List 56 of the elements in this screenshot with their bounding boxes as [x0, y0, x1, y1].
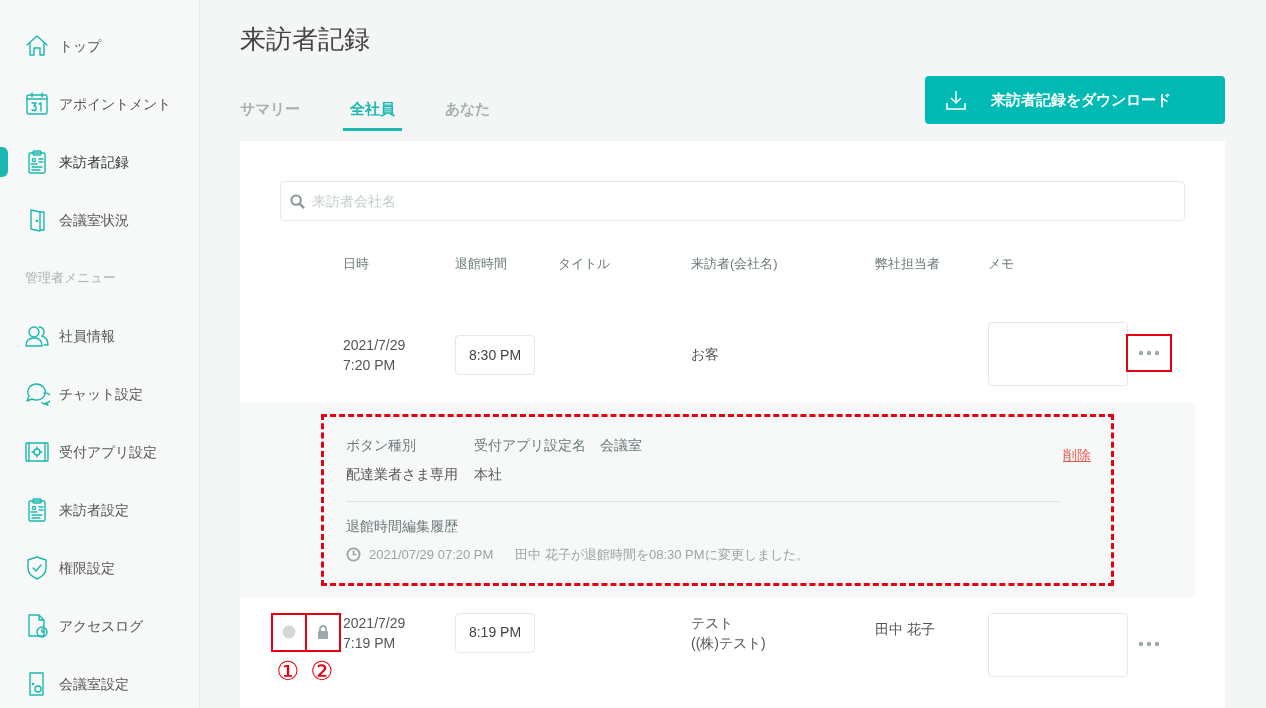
clock-icon [346, 547, 361, 563]
detail-label: 会議室 [600, 436, 642, 455]
detail-label: ボタン種別 [346, 436, 417, 455]
more-icon[interactable] [1138, 640, 1160, 647]
page-title: 来訪者記録 [240, 23, 371, 56]
download-icon [945, 89, 967, 111]
detail-label: 受付アプリ設定名 [474, 436, 586, 455]
sidebar-item[interactable]: 会議室設定 [24, 671, 129, 697]
detail-value: 配達業者さま専用 [346, 465, 459, 484]
people-icon [24, 323, 50, 349]
detail-value: 本社 [474, 465, 502, 484]
delete-link[interactable]: 削除 [1063, 445, 1091, 485]
history-text: 田中 花子が退館時間を08:30 PMに変更しました。 [515, 546, 809, 564]
visitor-text: テスト [691, 613, 734, 633]
section-label: 管理者メニュー [25, 269, 116, 288]
sidebar-item[interactable]: 権限設定 [24, 555, 115, 581]
sidebar-item[interactable]: トップ [24, 33, 101, 59]
search-icon [290, 194, 305, 209]
column-header: メモ [988, 255, 1014, 273]
calendar-icon [24, 91, 50, 117]
visitor-text: ((株)テスト) [691, 633, 767, 653]
sidebar-item[interactable]: チャット設定 [24, 381, 143, 407]
exit-time-field[interactable]: 8:19 PM [455, 612, 535, 653]
time-text: 7:20 PM [343, 356, 397, 375]
chat-bubbles-icon [24, 381, 50, 407]
column-header: 日時 [343, 255, 370, 273]
memo-field[interactable] [988, 612, 1128, 677]
shield-check-icon [24, 555, 50, 581]
sidebar-item[interactable]: 来訪者記録 [24, 149, 129, 175]
sidebar-item[interactable]: アポイントメント [24, 91, 171, 117]
time-text: 7:19 PM [343, 633, 397, 653]
lock-icon [317, 625, 329, 639]
sidebar-item[interactable]: 社員情報 [24, 323, 115, 349]
search-field[interactable]: 来訪者会社名 [280, 181, 1185, 221]
gear-panel-icon [24, 439, 50, 465]
history-time: 2021/07/29 07:20 PM [369, 546, 494, 564]
visitor-text: お客 [691, 345, 720, 364]
column-header: タイトル [558, 255, 611, 273]
sidebar-item[interactable]: 来訪者設定 [24, 497, 129, 523]
sidebar-item[interactable]: アクセスログ [24, 613, 143, 639]
exit-time-field[interactable]: 8:30 PM [455, 335, 535, 375]
sidebar-item[interactable]: 会議室状況 [24, 207, 129, 233]
more-icon[interactable] [1138, 350, 1160, 356]
home-icon [24, 33, 50, 59]
column-header: 退館時間 [455, 255, 508, 273]
annotation-number: ① [276, 655, 300, 686]
date-text: 2021/7/29 [343, 336, 407, 355]
sidebar-item[interactable]: 受付アプリ設定 [24, 439, 157, 465]
memo-field[interactable] [988, 322, 1128, 386]
annotation-number: ② [310, 655, 334, 686]
date-text: 2021/7/29 [343, 613, 407, 633]
column-header: 来訪者(会社名) [691, 255, 779, 273]
status-dot-icon [282, 625, 296, 639]
host-text: 田中 花子 [875, 620, 935, 637]
history-title: 退館時間編集履歴 [346, 517, 459, 536]
column-header: 弊社担当者 [875, 255, 941, 273]
